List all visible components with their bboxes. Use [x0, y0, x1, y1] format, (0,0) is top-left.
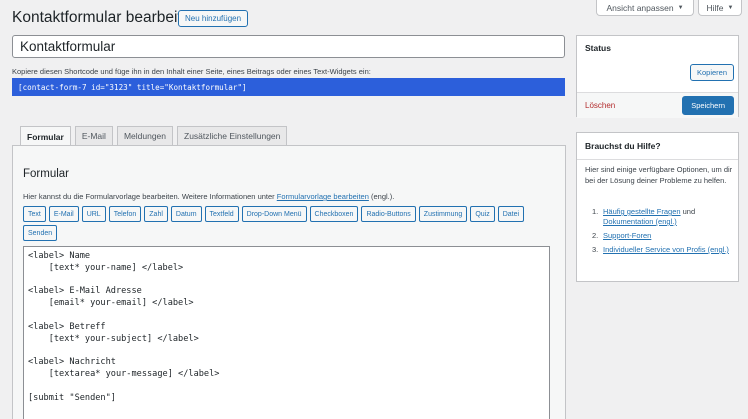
add-new-button[interactable]: Neu hinzufügen [178, 10, 249, 27]
tab-meldungen[interactable]: Meldungen [116, 126, 173, 145]
status-title: Status [585, 43, 611, 53]
help-divider [577, 159, 738, 160]
tag-button-zustimmung[interactable]: Zustimmung [418, 206, 468, 222]
caret-down-icon: ▼ [727, 4, 734, 11]
tag-button-zahl[interactable]: Zahl [144, 206, 168, 222]
screen-options-label: Ansicht anpassen [606, 2, 674, 13]
panel-description: Hier kannst du die Formularvorlage bearb… [23, 192, 394, 201]
docs-link[interactable]: Dokumentation (engl.) [603, 217, 677, 226]
tag-button-email[interactable]: E-Mail [48, 206, 79, 222]
status-footer: Löschen Speichern [577, 92, 738, 118]
support-forum-link[interactable]: Support-Foren [603, 231, 651, 240]
panel-title: Formular [23, 168, 70, 180]
tag-button-senden[interactable]: Senden [23, 225, 58, 241]
tag-button-checkboxen[interactable]: Checkboxen [309, 206, 359, 222]
copy-button[interactable]: Kopieren [689, 64, 734, 81]
help-tab-button[interactable]: Hilfe ▼ [698, 0, 742, 16]
list-item: 1. Häufig gestellte Fragen und Dokumenta… [585, 207, 735, 227]
form-panel: Formular Hier kannst du die Formularvorl… [12, 145, 566, 419]
faq-link[interactable]: Häufig gestellte Fragen [603, 207, 681, 216]
help-box: Brauchst du Hilfe? Hier sind einige verf… [576, 132, 739, 282]
form-template-editor[interactable]: <label> Name [text* your-name] </label> … [23, 246, 550, 419]
list-number: 2. [592, 231, 599, 240]
tab-formular[interactable]: Formular [20, 126, 71, 146]
editor-tabs: Formular E-Mail Meldungen Zusätzliche Ei… [20, 126, 288, 146]
tag-button-radio[interactable]: Radio-Buttons [361, 206, 416, 222]
help-title: Brauchst du Hilfe? [585, 141, 661, 151]
form-template-docs-link[interactable]: Formularvorlage bearbeiten [277, 192, 369, 201]
list-connector: und [680, 207, 696, 216]
tag-button-url[interactable]: URL [81, 206, 106, 222]
list-item: 2. Support-Foren [585, 231, 735, 241]
caret-down-icon: ▼ [677, 4, 684, 11]
page-title: Kontaktformular bearbeiten [12, 9, 199, 26]
tag-button-text[interactable]: Text [23, 206, 46, 222]
delete-link[interactable]: Löschen [585, 101, 615, 110]
panel-desc-text: Hier kannst du die Formularvorlage bearb… [23, 192, 277, 201]
status-box: Status Kopieren Löschen Speichern [576, 35, 739, 118]
form-title-input[interactable]: Kontaktformular [12, 35, 565, 58]
tag-button-quiz[interactable]: Quiz [470, 206, 495, 222]
save-button[interactable]: Speichern [682, 96, 734, 115]
tag-button-datei[interactable]: Datei [497, 206, 525, 222]
list-number: 1. [592, 207, 599, 216]
list-item: 3. Individueller Service von Profis (eng… [585, 245, 735, 255]
tag-generator-buttons: Text E-Mail URL Telefon Zahl Datum Textf… [23, 206, 553, 241]
help-list: 1. Häufig gestellte Fragen und Dokumenta… [585, 207, 735, 259]
tag-button-datum[interactable]: Datum [170, 206, 202, 222]
tab-email[interactable]: E-Mail [74, 126, 113, 145]
tag-button-dropdown[interactable]: Drop-Down Menü [241, 206, 307, 222]
pro-service-link[interactable]: Individueller Service von Profis (engl.) [603, 245, 729, 254]
tag-button-telefon[interactable]: Telefon [108, 206, 142, 222]
screen-options-button[interactable]: Ansicht anpassen ▼ [596, 0, 694, 16]
help-intro: Hier sind einige verfügbare Optionen, um… [585, 165, 733, 185]
tag-button-textfeld[interactable]: Textfeld [204, 206, 239, 222]
shortcode-description: Kopiere diesen Shortcode und füge ihn in… [12, 67, 371, 76]
list-number: 3. [592, 245, 599, 254]
tab-zusaetzliche-einstellungen[interactable]: Zusätzliche Einstellungen [177, 126, 288, 145]
shortcode-field[interactable]: [contact-form-7 id="3123" title="Kontakt… [12, 78, 565, 96]
panel-desc-suffix: (engl.). [368, 192, 395, 201]
help-tab-label: Hilfe [706, 2, 724, 13]
